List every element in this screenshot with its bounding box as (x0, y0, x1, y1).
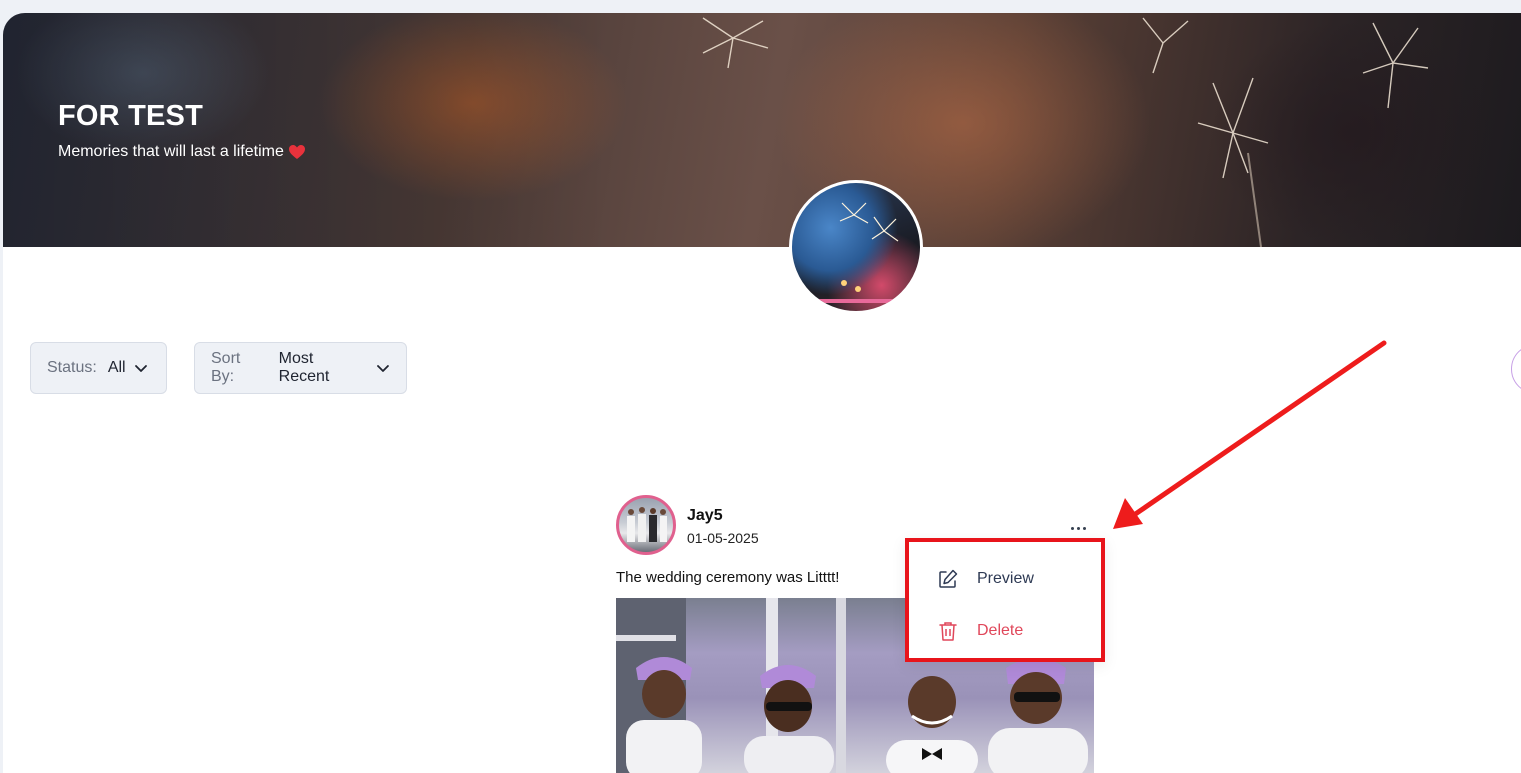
sparkler-thumbnail (812, 202, 902, 303)
post-author-avatar[interactable] (616, 495, 676, 555)
album-subtitle: Memories that will last a lifetime (58, 143, 306, 161)
album-cover-banner: FOR TEST Memories that will last a lifet… (3, 13, 1521, 247)
preview-label: Preview (977, 570, 1034, 587)
album-subtitle-text: Memories that will last a lifetime (58, 143, 284, 160)
more-horizontal-icon-dot (1082, 526, 1086, 530)
edit-icon (939, 569, 958, 588)
group-photo-thumbnail (627, 507, 667, 542)
post-date: 01-05-2025 (687, 530, 759, 546)
sort-by-dropdown[interactable]: Sort By: Most Recent (194, 342, 407, 394)
partial-round-button[interactable] (1511, 344, 1521, 394)
more-horizontal-icon-dot (1076, 526, 1080, 530)
status-filter-value: All (107, 359, 126, 376)
more-options-button[interactable] (1067, 521, 1089, 535)
delete-label: Delete (977, 622, 1024, 639)
more-horizontal-icon (1070, 526, 1074, 530)
album-avatar (789, 180, 923, 314)
chevron-down-icon (134, 365, 147, 372)
heart-icon (288, 145, 305, 159)
album-title: FOR TEST (58, 100, 203, 132)
post-options-menu: Preview Delete (905, 538, 1105, 662)
status-filter-dropdown[interactable]: Status: All (30, 342, 167, 394)
post-caption: The wedding ceremony was Litttt! (616, 569, 840, 586)
sort-by-label: Sort By: (211, 350, 241, 385)
chevron-down-icon (377, 365, 389, 372)
trash-icon (939, 622, 957, 641)
preview-menu-item[interactable]: Preview (937, 568, 1034, 590)
delete-menu-item[interactable]: Delete (937, 620, 1023, 642)
status-filter-label: Status: (47, 359, 97, 376)
sort-by-value: Most Recent (278, 350, 330, 385)
sparkler-decoration (702, 17, 1429, 247)
album-page: FOR TEST Memories that will last a lifet… (3, 13, 1521, 773)
post-username[interactable]: Jay5 (687, 507, 723, 525)
